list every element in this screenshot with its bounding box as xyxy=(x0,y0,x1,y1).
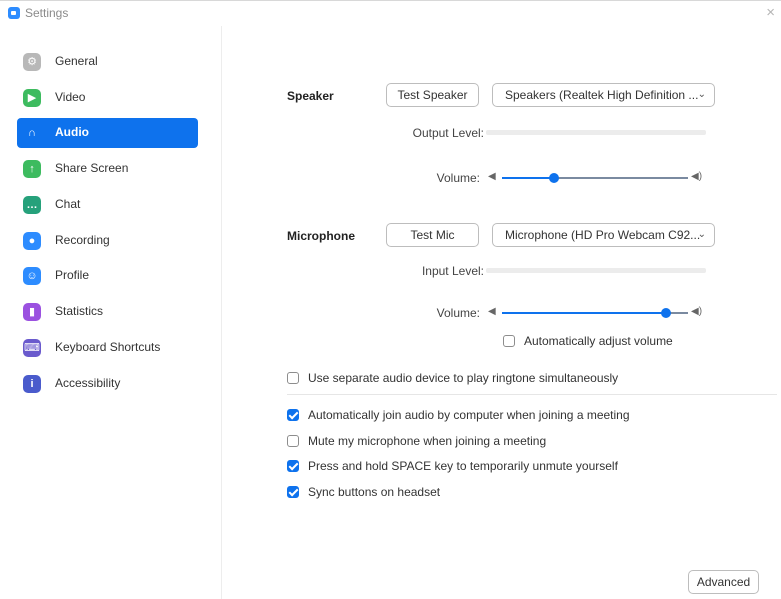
volume-high-icon: ◀) xyxy=(691,306,703,317)
microphone-volume-fill xyxy=(502,312,666,314)
speaker-section-label: Speaker xyxy=(287,89,334,103)
microphone-section-label: Microphone xyxy=(287,229,355,243)
settings-sidebar: ⚙ General ▶ Video ∩ Audio ↑ Share Screen… xyxy=(0,26,222,599)
statistics-icon: ▮ xyxy=(23,303,41,321)
sidebar-item-statistics[interactable]: ▮ Statistics xyxy=(17,297,198,327)
sidebar-item-profile[interactable]: ☺ Profile xyxy=(17,261,198,291)
recording-icon: ● xyxy=(23,232,41,250)
audio-settings-panel: Speaker Test Speaker Speakers (Realtek H… xyxy=(222,26,781,599)
gear-icon: ⚙ xyxy=(23,53,41,71)
option-label: Sync buttons on headset xyxy=(308,485,441,499)
profile-icon: ☺ xyxy=(23,267,41,285)
title-bar: Settings × xyxy=(0,0,781,26)
sidebar-item-accessibility[interactable]: i Accessibility xyxy=(17,369,198,399)
speaker-volume-label: Volume: xyxy=(436,171,480,185)
sidebar-item-keyboard-shortcuts[interactable]: ⌨ Keyboard Shortcuts xyxy=(17,333,198,363)
sidebar-item-label: General xyxy=(55,54,98,68)
separate-ringtone-device-option[interactable]: Use separate audio device to play ringto… xyxy=(287,371,687,387)
sidebar-item-share-screen[interactable]: ↑ Share Screen xyxy=(17,154,198,184)
input-level-label: Input Level: xyxy=(421,264,484,278)
microphone-volume-slider[interactable] xyxy=(502,308,688,318)
microphone-volume-thumb[interactable] xyxy=(660,308,671,318)
sidebar-item-label: Accessibility xyxy=(55,376,121,390)
space-to-unmute-option[interactable]: Press and hold SPACE key to temporarily … xyxy=(287,459,687,475)
chevron-down-icon: ⌄ xyxy=(697,229,706,240)
separate-ringtone-device-checkbox[interactable] xyxy=(287,372,299,384)
sync-headset-buttons-option[interactable]: Sync buttons on headset xyxy=(287,485,687,501)
section-divider xyxy=(287,394,777,395)
microphone-device-value: Microphone (HD Pro Webcam C92... xyxy=(505,228,701,242)
video-camera-icon: ▶ xyxy=(23,89,41,107)
option-label: Use separate audio device to play ringto… xyxy=(308,371,619,385)
output-level-meter xyxy=(486,130,706,135)
sidebar-item-label: Chat xyxy=(55,197,81,211)
sidebar-item-general[interactable]: ⚙ General xyxy=(17,47,198,77)
mute-mic-on-join-option[interactable]: Mute my microphone when joining a meetin… xyxy=(287,434,687,450)
sidebar-item-audio[interactable]: ∩ Audio xyxy=(17,118,198,148)
option-label: Mute my microphone when joining a meetin… xyxy=(308,434,547,448)
sidebar-item-label: Video xyxy=(55,90,86,104)
microphone-device-select[interactable]: Microphone (HD Pro Webcam C92... ⌄ xyxy=(492,223,715,247)
sidebar-item-label: Profile xyxy=(55,268,90,282)
speaker-device-value: Speakers (Realtek High Definition ... xyxy=(505,88,699,102)
auto-adjust-volume-label: Automatically adjust volume xyxy=(524,334,673,348)
advanced-button[interactable]: Advanced xyxy=(688,570,759,594)
sidebar-item-label: Keyboard Shortcuts xyxy=(55,340,161,354)
sidebar-item-label: Statistics xyxy=(55,304,104,318)
speaker-device-select[interactable]: Speakers (Realtek High Definition ... ⌄ xyxy=(492,83,715,107)
share-screen-icon: ↑ xyxy=(23,160,41,178)
test-speaker-button[interactable]: Test Speaker xyxy=(386,83,479,107)
auto-join-audio-checkbox[interactable] xyxy=(287,409,299,421)
sidebar-item-label: Audio xyxy=(55,125,89,139)
mute-mic-on-join-checkbox[interactable] xyxy=(287,435,299,447)
sidebar-item-chat[interactable]: … Chat xyxy=(17,190,198,220)
output-level-label: Output Level: xyxy=(412,126,484,140)
option-label: Press and hold SPACE key to temporarily … xyxy=(308,459,618,473)
accessibility-icon: i xyxy=(23,375,41,393)
speaker-volume-thumb[interactable] xyxy=(549,173,560,183)
space-to-unmute-checkbox[interactable] xyxy=(287,460,299,472)
close-icon[interactable]: × xyxy=(766,4,775,21)
speaker-volume-fill xyxy=(502,177,555,179)
sidebar-item-recording[interactable]: ● Recording xyxy=(17,226,198,256)
zoom-app-icon xyxy=(8,7,20,19)
microphone-volume-label: Volume: xyxy=(436,306,480,320)
volume-low-icon: ◀ xyxy=(488,306,496,317)
option-label: Automatically join audio by computer whe… xyxy=(308,408,630,422)
volume-high-icon: ◀) xyxy=(691,171,703,182)
auto-join-audio-option[interactable]: Automatically join audio by computer whe… xyxy=(287,408,687,424)
input-level-meter xyxy=(486,268,706,273)
chevron-down-icon: ⌄ xyxy=(697,89,706,100)
sidebar-item-video[interactable]: ▶ Video xyxy=(17,83,198,113)
chat-icon: … xyxy=(23,196,41,214)
sync-headset-buttons-checkbox[interactable] xyxy=(287,486,299,498)
window-title: Settings xyxy=(25,6,69,20)
sidebar-item-label: Recording xyxy=(55,233,110,247)
volume-low-icon: ◀ xyxy=(488,171,496,182)
auto-adjust-volume-option[interactable]: Automatically adjust volume xyxy=(503,334,703,350)
auto-adjust-volume-checkbox[interactable] xyxy=(503,335,515,347)
sidebar-item-label: Share Screen xyxy=(55,161,129,175)
speaker-volume-slider[interactable] xyxy=(502,173,688,183)
headphones-icon: ∩ xyxy=(28,127,36,139)
keyboard-icon: ⌨ xyxy=(23,339,41,357)
test-mic-button[interactable]: Test Mic xyxy=(386,223,479,247)
